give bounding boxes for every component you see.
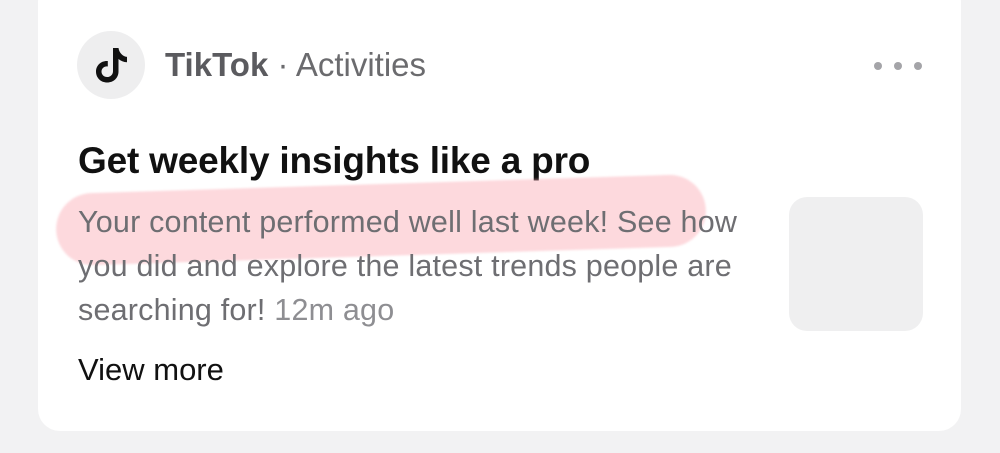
tiktok-logo-icon: [77, 31, 145, 99]
notification-source: TikTok · Activities: [165, 46, 426, 84]
notification-body-text: Your content performed well last week! S…: [78, 205, 738, 327]
tiktok-note-glyph: [96, 48, 127, 83]
source-separator: ·: [268, 46, 296, 83]
more-dot: [894, 62, 902, 70]
notification-timestamp: 12m ago: [274, 293, 395, 327]
app-name: TikTok: [165, 46, 269, 83]
notification-title: Get weekly insights like a pro: [78, 140, 591, 181]
view-more-button[interactable]: View more: [78, 352, 224, 388]
more-dot: [914, 62, 922, 70]
notification-thumbnail[interactable]: [789, 197, 923, 331]
more-horizontal-icon: [874, 62, 882, 70]
notification-header: TikTok · Activities: [77, 31, 426, 99]
notification-body: Your content performed well last week! S…: [78, 200, 768, 332]
notification-category: Activities: [295, 46, 427, 83]
more-options-button[interactable]: [872, 52, 924, 80]
